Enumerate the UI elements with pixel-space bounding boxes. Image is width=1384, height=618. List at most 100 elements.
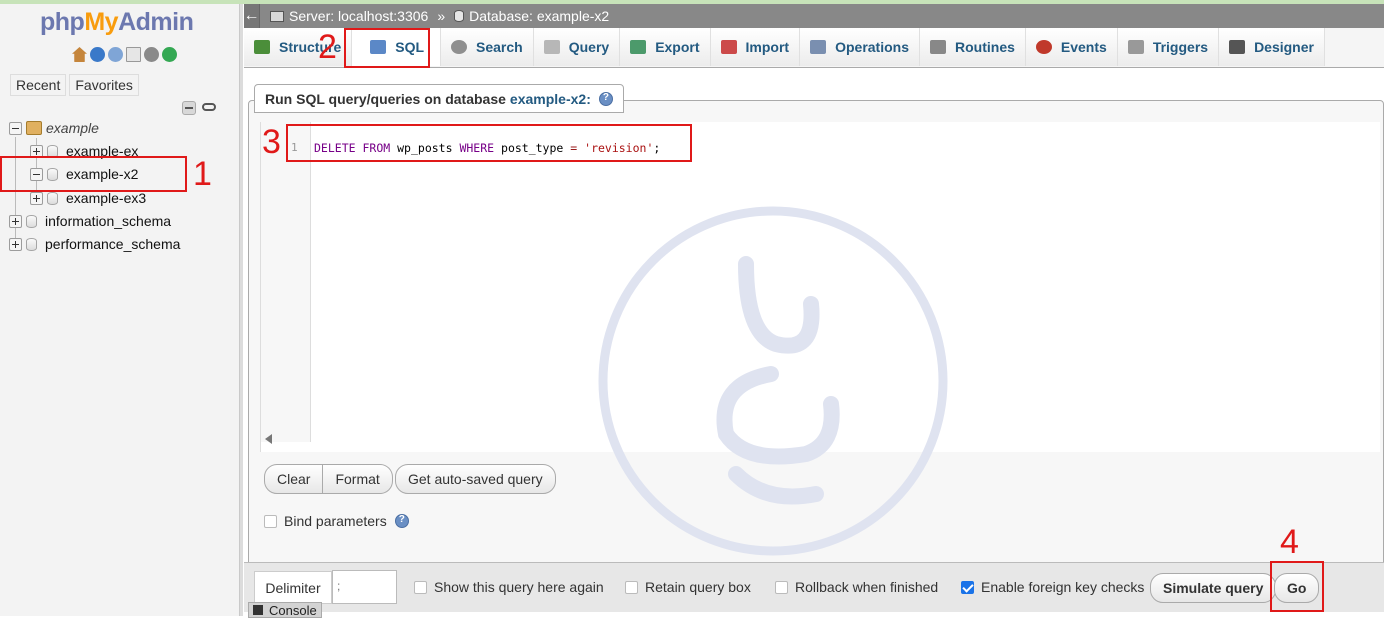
settings-icon[interactable] bbox=[144, 47, 159, 62]
annotation-number-1: 1 bbox=[193, 155, 212, 193]
logo-admin: Admin bbox=[118, 8, 194, 36]
logo-php: php bbox=[40, 8, 85, 36]
simulate-query-button[interactable]: Simulate query bbox=[1150, 573, 1277, 603]
search-icon bbox=[451, 40, 468, 54]
collapse-icon[interactable] bbox=[9, 121, 22, 135]
clear-button[interactable]: Clear bbox=[264, 464, 324, 494]
checkbox-checked[interactable] bbox=[961, 580, 974, 594]
bind-parameters-checkbox[interactable] bbox=[264, 514, 277, 528]
annotation-box-1 bbox=[0, 156, 187, 192]
query-options-bar: Delimiter ; Show this query here again R… bbox=[244, 562, 1384, 612]
checkbox[interactable] bbox=[625, 580, 638, 594]
tab-import[interactable]: Import bbox=[710, 28, 801, 66]
tab-events[interactable]: Events bbox=[1025, 28, 1118, 66]
watermark-logo bbox=[598, 206, 948, 556]
heading-database[interactable]: example-x2: bbox=[510, 91, 591, 107]
navigation-panel: phpMyAdmin Recent Favorites example exam… bbox=[0, 4, 243, 616]
main-content: ← Server: localhost:3306 » Database: exa… bbox=[244, 4, 1384, 616]
checkbox[interactable] bbox=[414, 580, 427, 594]
tree-item-performance-schema[interactable]: performance_schema bbox=[9, 234, 180, 254]
tab-label: Query bbox=[568, 39, 610, 55]
database-icon bbox=[454, 10, 465, 22]
structure-icon bbox=[254, 40, 270, 54]
clock-icon bbox=[1035, 40, 1052, 54]
home-icon[interactable] bbox=[72, 47, 87, 62]
docs-icon[interactable] bbox=[126, 47, 141, 62]
query-icon bbox=[543, 40, 560, 54]
get-autosaved-query-button[interactable]: Get auto-saved query bbox=[395, 464, 556, 494]
recent-tab[interactable]: Recent bbox=[10, 74, 67, 96]
tab-search[interactable]: Search bbox=[441, 28, 534, 66]
console-label: Console bbox=[269, 602, 317, 618]
nav-icon-row bbox=[72, 47, 177, 62]
breadcrumb-server[interactable]: Server: localhost:3306 bbox=[289, 8, 428, 24]
heading-text: Run SQL query/queries on database bbox=[265, 90, 506, 107]
sql-panel-heading: Run SQL query/queries on database exampl… bbox=[254, 84, 624, 113]
export-icon bbox=[630, 40, 647, 54]
format-button[interactable]: Format bbox=[323, 464, 393, 494]
tab-operations[interactable]: Operations bbox=[800, 28, 920, 66]
collapse-all-icon[interactable] bbox=[182, 101, 196, 115]
option-label: Show this query here again bbox=[434, 579, 604, 595]
tab-label: Routines bbox=[955, 39, 1015, 55]
help-icon[interactable] bbox=[394, 514, 409, 528]
breadcrumb-separator: » bbox=[437, 8, 446, 24]
option-label: Retain query box bbox=[645, 579, 751, 595]
tab-label: Import bbox=[745, 39, 790, 55]
tab-label: Triggers bbox=[1152, 39, 1209, 55]
tab-label: Operations bbox=[835, 39, 909, 55]
scroll-left-arrow-icon[interactable] bbox=[265, 434, 272, 444]
bind-parameters-label: Bind parameters bbox=[284, 513, 387, 529]
option-rollback[interactable]: Rollback when finished bbox=[775, 579, 938, 595]
expand-icon[interactable] bbox=[30, 191, 43, 205]
annotation-box-4 bbox=[1270, 561, 1324, 612]
logo-my: My bbox=[84, 8, 119, 36]
help-icon[interactable] bbox=[598, 91, 613, 106]
tree-label: performance_schema bbox=[45, 236, 181, 252]
line-number-gutter bbox=[261, 122, 311, 442]
option-label: Enable foreign key checks bbox=[981, 579, 1145, 595]
option-foreign-key-checks[interactable]: Enable foreign key checks bbox=[961, 579, 1144, 595]
server-icon bbox=[270, 10, 284, 22]
checkbox[interactable] bbox=[775, 580, 788, 594]
expand-icon[interactable] bbox=[9, 214, 22, 228]
tab-triggers[interactable]: Triggers bbox=[1117, 28, 1220, 66]
exit-icon[interactable] bbox=[90, 47, 105, 62]
triggers-icon bbox=[1127, 40, 1144, 54]
wrench-icon bbox=[810, 40, 827, 54]
import-icon bbox=[720, 40, 737, 54]
favorites-tab[interactable]: Favorites bbox=[69, 74, 139, 96]
tree-item-example[interactable]: example bbox=[9, 118, 99, 138]
reload-icon[interactable] bbox=[162, 47, 177, 62]
delimiter-input[interactable]: ; bbox=[332, 570, 397, 604]
option-show-query[interactable]: Show this query here again bbox=[414, 579, 604, 595]
annotation-box-2 bbox=[344, 28, 430, 68]
delimiter-label: Delimiter bbox=[254, 571, 332, 604]
database-group-icon bbox=[26, 121, 42, 135]
database-icon bbox=[47, 191, 58, 205]
tab-label: Search bbox=[476, 39, 523, 55]
option-retain-query-box[interactable]: Retain query box bbox=[625, 579, 751, 595]
help-icon[interactable] bbox=[108, 47, 123, 62]
tab-export[interactable]: Export bbox=[620, 28, 711, 66]
annotation-number-3: 3 bbox=[262, 123, 281, 161]
tree-item-information-schema[interactable]: information_schema bbox=[9, 211, 171, 231]
link-with-main-icon[interactable] bbox=[202, 103, 216, 111]
panel-resize-handle[interactable] bbox=[240, 4, 243, 616]
expand-icon[interactable] bbox=[9, 237, 22, 251]
tab-query[interactable]: Query bbox=[533, 28, 621, 66]
annotation-number-4: 4 bbox=[1280, 523, 1299, 561]
tree-label: example bbox=[46, 120, 99, 136]
tab-label: Export bbox=[655, 39, 700, 55]
tab-routines[interactable]: Routines bbox=[920, 28, 1026, 66]
editor-button-group: Clear Format bbox=[264, 464, 393, 494]
breadcrumb: ← Server: localhost:3306 » Database: exa… bbox=[244, 4, 1384, 28]
back-arrow-icon[interactable]: ← bbox=[244, 4, 260, 28]
phpmyadmin-logo[interactable]: phpMyAdmin bbox=[40, 8, 194, 37]
breadcrumb-database[interactable]: Database: example-x2 bbox=[469, 8, 609, 24]
bind-parameters-option[interactable]: Bind parameters bbox=[264, 513, 409, 529]
tree-label: information_schema bbox=[45, 213, 172, 229]
tab-designer[interactable]: Designer bbox=[1219, 28, 1325, 66]
database-icon bbox=[26, 237, 37, 251]
designer-icon bbox=[1229, 40, 1246, 54]
